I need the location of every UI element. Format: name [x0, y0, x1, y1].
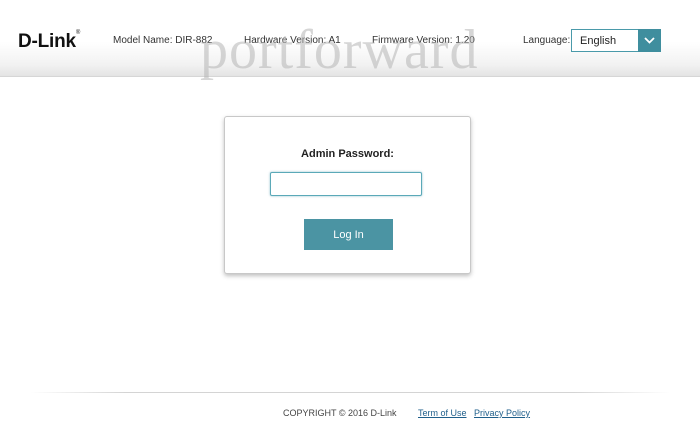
footer-divider	[30, 392, 670, 393]
dlink-logo: D-Link®	[18, 30, 81, 53]
header-bar: D-Link® Model Name: DIR-882 Hardware Ver…	[0, 0, 700, 81]
language-select[interactable]: English	[571, 29, 661, 52]
term-of-use-link[interactable]: Term of Use	[418, 408, 467, 418]
registered-mark: ®	[75, 30, 81, 36]
logo-text: D-Link	[18, 31, 76, 52]
chevron-down-icon[interactable]	[638, 29, 661, 52]
login-page: D-Link® Model Name: DIR-882 Hardware Ver…	[0, 0, 700, 421]
admin-password-input[interactable]	[270, 172, 422, 196]
privacy-policy-link[interactable]: Privacy Policy	[474, 408, 530, 418]
language-label: Language:	[523, 35, 571, 46]
portforward-watermark: portforward	[200, 19, 479, 81]
model-name: Model Name: DIR-882	[113, 35, 213, 46]
hardware-version: Hardware Version: A1	[244, 35, 341, 46]
copyright-text: COPYRIGHT © 2016 D-Link	[283, 408, 397, 418]
admin-password-label: Admin Password:	[301, 148, 394, 160]
firmware-version: Firmware Version: 1.20	[372, 35, 475, 46]
language-selected-value: English	[580, 35, 617, 47]
login-button[interactable]: Log In	[304, 219, 393, 250]
login-card: Admin Password: Log In	[224, 116, 471, 274]
